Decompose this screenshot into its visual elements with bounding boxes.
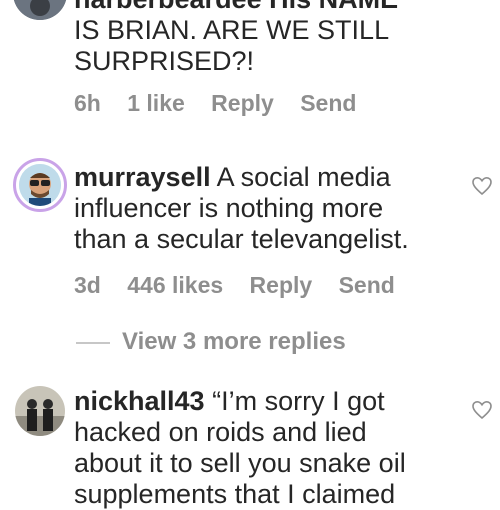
comment-username[interactable]: murraysell xyxy=(74,162,211,192)
send-button[interactable]: Send xyxy=(339,272,395,299)
like-heart-icon[interactable] xyxy=(470,398,494,422)
send-button[interactable]: Send xyxy=(300,90,356,117)
comment-meta: 6h 1 like Reply Send xyxy=(74,90,376,117)
comment-text: nickhall43 “I’m sorry I got hacked on ro… xyxy=(74,386,444,510)
avatar[interactable] xyxy=(15,386,65,436)
likes-count[interactable]: 446 likes xyxy=(127,272,223,299)
comment-line: supplements that I claimed xyxy=(74,479,396,509)
comment-line: than a secular televangelist. xyxy=(74,224,409,254)
comment-line: “I’m sorry I got xyxy=(212,386,385,416)
comment-time: 6h xyxy=(74,90,101,116)
comment-line: A social media xyxy=(216,162,391,192)
comment-text: harberbeardee His NAME IS BRIAN. ARE WE … xyxy=(74,0,414,77)
divider-line xyxy=(76,341,110,344)
comment-text: murraysell A social media influencer is … xyxy=(74,162,434,255)
comment-line: IS BRIAN. ARE WE STILL xyxy=(74,15,390,45)
view-replies-label: View 3 more replies xyxy=(122,328,346,355)
comment-line: hacked on roids and lied xyxy=(74,417,367,447)
comment-line: influencer is nothing more xyxy=(74,193,384,223)
reply-button[interactable]: Reply xyxy=(250,272,313,299)
memoji-icon xyxy=(19,164,61,206)
comment-line: SURPRISED?! xyxy=(74,46,255,76)
avatar-image xyxy=(15,386,65,436)
comment-username[interactable]: nickhall43 xyxy=(74,386,205,416)
avatar-image xyxy=(13,0,67,20)
avatar-image xyxy=(19,164,61,206)
comment-line: about it to sell you snake oil xyxy=(74,448,406,478)
comment-username[interactable]: harberbeardee His NAME xyxy=(74,0,398,14)
likes-count[interactable]: 1 like xyxy=(127,90,185,117)
avatar[interactable] xyxy=(13,158,67,212)
like-heart-icon[interactable] xyxy=(470,174,494,198)
reply-button[interactable]: Reply xyxy=(211,90,274,117)
comment-meta: 3d 446 likes Reply Send xyxy=(74,272,415,299)
view-more-replies-button[interactable]: View 3 more replies xyxy=(76,328,346,356)
avatar[interactable] xyxy=(13,0,67,20)
comment-time: 3d xyxy=(74,272,101,298)
